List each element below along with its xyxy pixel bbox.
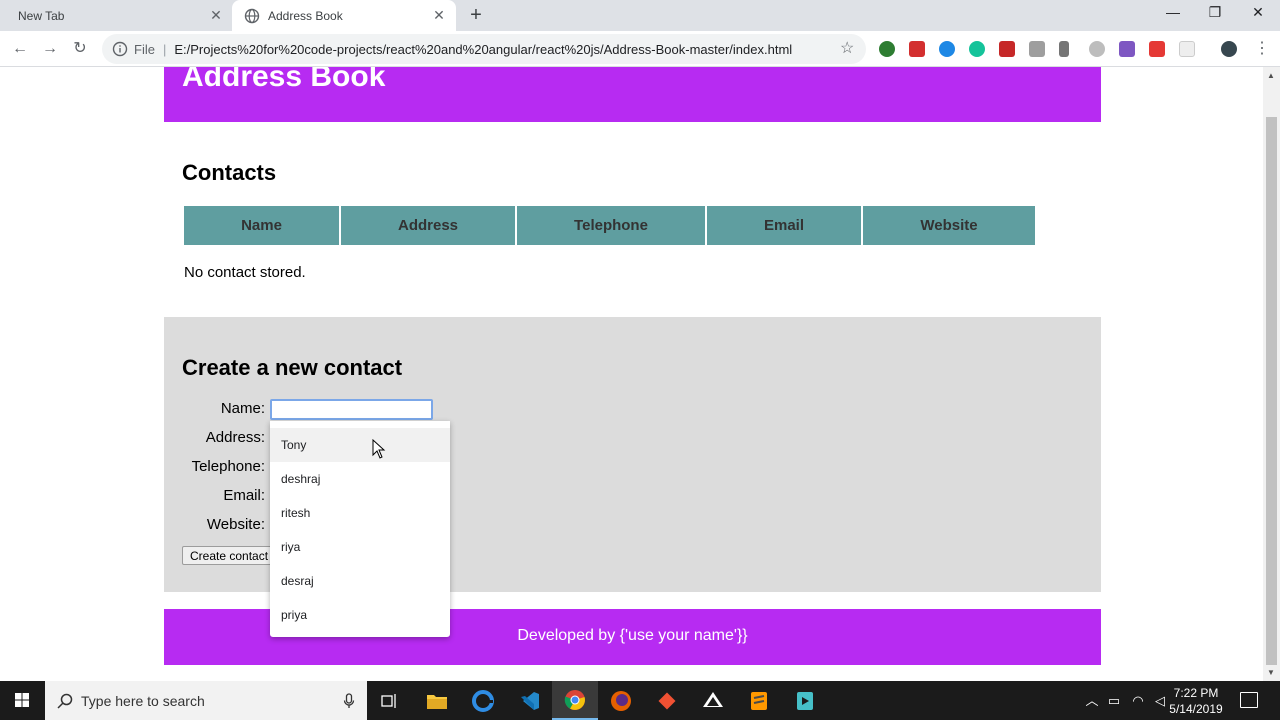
tab-address-book[interactable]: Address Book ✕ — [232, 0, 456, 31]
create-contact-button[interactable]: Create contact — [182, 546, 277, 565]
inkscape-icon[interactable] — [690, 681, 736, 720]
omnibox-divider: | — [162, 41, 167, 57]
page-title: Address Book — [182, 67, 386, 93]
window-close-icon[interactable]: ✕ — [1247, 4, 1269, 26]
close-icon[interactable]: ✕ — [209, 8, 223, 22]
extension-list-icon[interactable] — [1119, 41, 1135, 57]
file-explorer-icon[interactable] — [414, 681, 460, 720]
tab-title: Address Book — [268, 8, 343, 23]
microphone-icon[interactable] — [343, 693, 355, 709]
clock-time: 7:22 PM — [1173, 686, 1219, 700]
tab-title: New Tab — [18, 8, 65, 23]
extension-blank-icon[interactable] — [1179, 41, 1195, 57]
page-header: Address Book — [164, 67, 1101, 122]
close-icon[interactable]: ✕ — [432, 8, 446, 22]
contacts-heading: Contacts — [182, 160, 277, 185]
filmora-icon[interactable] — [782, 681, 828, 720]
autocomplete-option[interactable]: Tony — [270, 428, 450, 462]
vscode-icon[interactable] — [507, 681, 553, 720]
contacts-table: Name Address Telephone Email Website — [182, 206, 1037, 245]
autocomplete-option[interactable]: ritesh — [270, 496, 450, 530]
taskbar-search-box[interactable]: Type here to search — [45, 681, 367, 720]
autocomplete-option[interactable]: deshraj — [270, 462, 450, 496]
column-header-address: Address — [341, 206, 515, 245]
extension-badge-icon[interactable] — [1149, 41, 1165, 57]
profile-avatar-icon[interactable] — [1221, 41, 1237, 57]
firefox-icon[interactable] — [598, 681, 644, 720]
reload-icon[interactable]: ↻ — [69, 38, 91, 60]
column-header-telephone: Telephone — [517, 206, 705, 245]
create-contact-heading: Create a new contact — [182, 355, 403, 380]
scheme-label: File — [134, 41, 155, 57]
clock-date: 5/14/2019 — [1169, 702, 1223, 716]
email-label: Email: — [223, 487, 265, 504]
tray-chevron-up-icon[interactable]: ︿ — [1084, 693, 1100, 709]
extension-circle-icon[interactable] — [1089, 41, 1105, 57]
edge-browser-icon[interactable] — [460, 681, 506, 720]
address-bar[interactable]: File | E:/Projects%20for%20code-projects… — [102, 34, 866, 64]
forward-arrow-icon[interactable]: → — [39, 38, 61, 60]
browser-tabstrip: New Tab ✕ Address Book ✕ + — ❐ ✕ — [0, 0, 1280, 31]
browser-toolbar: ← → ↻ File | E:/Projects%20for%20code-pr… — [0, 31, 1280, 67]
new-tab-plus-icon[interactable]: + — [466, 5, 486, 26]
autocomplete-option[interactable]: desraj — [270, 564, 450, 598]
extension-shield-icon[interactable] — [909, 41, 925, 57]
mouse-cursor-icon — [372, 439, 386, 459]
name-input[interactable] — [270, 399, 433, 420]
git-icon[interactable] — [644, 681, 690, 720]
extension-at-icon[interactable] — [939, 41, 955, 57]
chrome-icon[interactable] — [552, 681, 598, 720]
url-text: E:/Projects%20for%20code-projects/react%… — [174, 41, 793, 57]
scroll-up-arrow-icon[interactable]: ▲ — [1267, 71, 1275, 80]
windows-start-icon[interactable] — [0, 681, 44, 720]
restore-icon[interactable]: ❐ — [1204, 4, 1226, 26]
action-center-icon[interactable] — [1240, 692, 1258, 708]
page-viewport: Address Book Contacts Name Address Telep… — [0, 67, 1263, 681]
extension-grammarly-icon[interactable] — [969, 41, 985, 57]
autocomplete-option[interactable]: riya — [270, 530, 450, 564]
windows-taskbar: Type here to search ︿ ▭ ◠ ◁ 7:22 PM 5/14… — [0, 681, 1280, 720]
extension-globe-icon[interactable] — [879, 41, 895, 57]
info-icon — [112, 41, 128, 57]
battery-icon[interactable]: ▭ — [1106, 693, 1122, 709]
name-label: Name: — [220, 400, 265, 417]
system-clock[interactable]: 7:22 PM 5/14/2019 — [1166, 685, 1226, 717]
search-placeholder: Type here to search — [81, 692, 205, 709]
menu-kebab-icon[interactable]: ⋮ — [1254, 41, 1270, 57]
scroll-thumb[interactable] — [1266, 117, 1277, 665]
tab-new-tab[interactable]: New Tab ✕ — [0, 0, 231, 31]
autocomplete-option[interactable]: priya — [270, 598, 450, 632]
website-label: Website: — [206, 516, 265, 533]
extension-eyedropper-icon[interactable] — [1059, 41, 1069, 57]
vertical-scrollbar[interactable]: ▲ ▼ — [1263, 67, 1280, 681]
column-header-website: Website — [863, 206, 1035, 245]
bookmark-star-icon[interactable]: ☆ — [840, 40, 858, 58]
empty-state-message: No contact stored. — [184, 264, 306, 281]
telephone-label: Telephone: — [191, 458, 265, 475]
minimize-icon[interactable]: — — [1162, 4, 1184, 26]
extension-cube-icon[interactable] — [1029, 41, 1045, 57]
task-view-icon[interactable] — [367, 681, 413, 720]
search-icon — [57, 693, 73, 709]
scroll-down-arrow-icon[interactable]: ▼ — [1267, 668, 1275, 677]
back-arrow-icon[interactable]: ← — [9, 38, 31, 60]
autocomplete-dropdown: Tony deshraj ritesh riya desraj priya — [270, 421, 450, 637]
sublime-text-icon[interactable] — [736, 681, 782, 720]
globe-icon — [244, 8, 260, 23]
extension-book-icon[interactable] — [999, 41, 1015, 57]
address-label: Address: — [205, 429, 265, 446]
column-header-name: Name — [184, 206, 339, 245]
wifi-icon[interactable]: ◠ — [1130, 693, 1146, 709]
column-header-email: Email — [707, 206, 861, 245]
